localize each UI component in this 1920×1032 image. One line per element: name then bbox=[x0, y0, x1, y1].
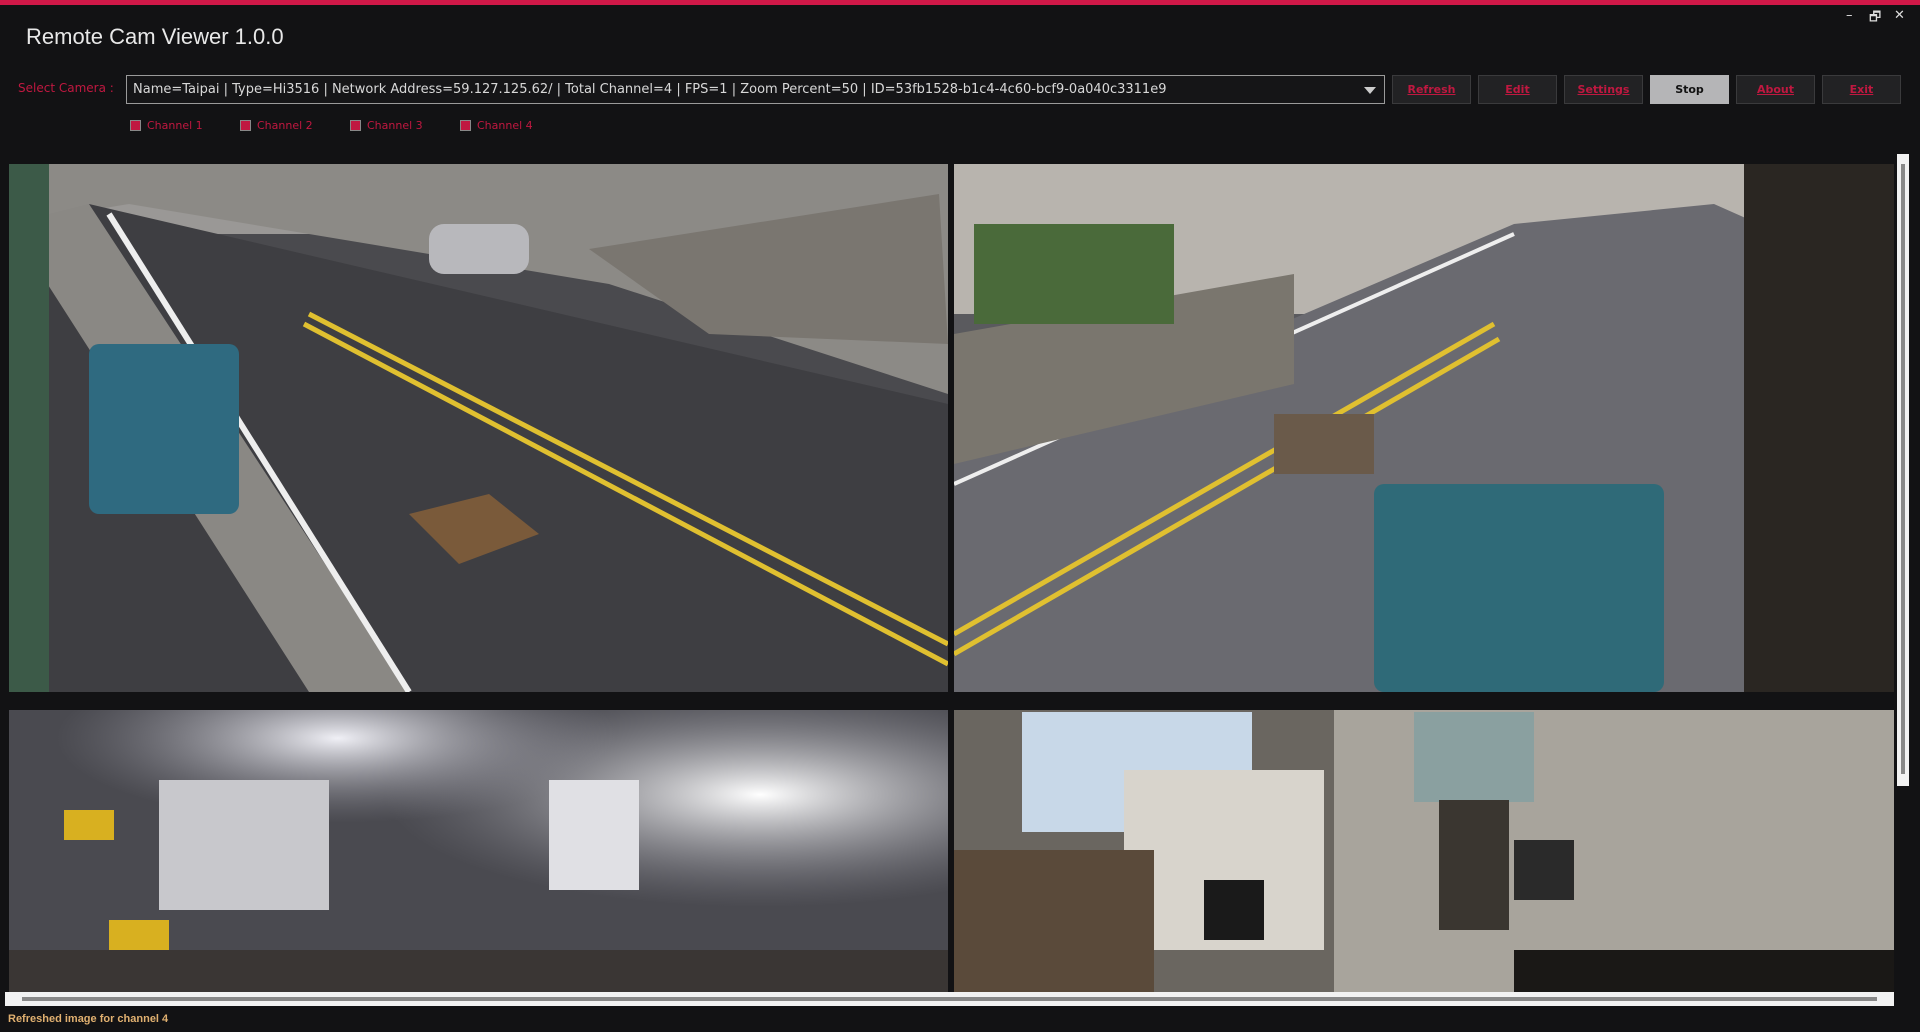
status-text: Refreshed image for channel 4 bbox=[8, 1013, 169, 1025]
camera-feed-channel-3 bbox=[9, 710, 948, 992]
channel-label: Channel 4 bbox=[477, 119, 533, 132]
accent-bar bbox=[0, 0, 1920, 5]
checkbox-box[interactable] bbox=[240, 120, 251, 131]
camera-feed-channel-1 bbox=[9, 164, 948, 692]
refresh-button[interactable]: Refresh bbox=[1392, 75, 1471, 104]
chevron-down-icon[interactable] bbox=[1364, 87, 1376, 94]
checkbox-box[interactable] bbox=[130, 120, 141, 131]
channel-2-checkbox[interactable]: Channel 2 bbox=[240, 119, 313, 132]
about-button[interactable]: About bbox=[1736, 75, 1815, 104]
checkbox-box[interactable] bbox=[350, 120, 361, 131]
restore-icon[interactable]: 🗗 bbox=[1869, 8, 1881, 30]
scrollbar-thumb[interactable] bbox=[22, 997, 1877, 1001]
app-title: Remote Cam Viewer 1.0.0 bbox=[26, 24, 284, 49]
scrollbar-thumb[interactable] bbox=[1901, 164, 1905, 774]
settings-button[interactable]: Settings bbox=[1564, 75, 1643, 104]
checkbox-box[interactable] bbox=[460, 120, 471, 131]
channel-label: Channel 3 bbox=[367, 119, 423, 132]
camera-feed-channel-4 bbox=[954, 710, 1894, 992]
camera-select-value: Name=Taipai | Type=Hi3516 | Network Addr… bbox=[133, 82, 1167, 97]
exit-button[interactable]: Exit bbox=[1822, 75, 1901, 104]
camera-select[interactable]: Name=Taipai | Type=Hi3516 | Network Addr… bbox=[126, 75, 1385, 104]
channel-3-checkbox[interactable]: Channel 3 bbox=[350, 119, 423, 132]
channel-label: Channel 2 bbox=[257, 119, 313, 132]
stop-button[interactable]: Stop bbox=[1650, 75, 1729, 104]
camera-feed-channel-2 bbox=[954, 164, 1894, 692]
edit-button[interactable]: Edit bbox=[1478, 75, 1557, 104]
channel-label: Channel 1 bbox=[147, 119, 203, 132]
select-camera-label: Select Camera : bbox=[18, 81, 114, 95]
channel-1-checkbox[interactable]: Channel 1 bbox=[130, 119, 203, 132]
close-icon[interactable]: ✕ bbox=[1894, 8, 1905, 23]
horizontal-scrollbar[interactable] bbox=[5, 992, 1894, 1006]
minimize-icon[interactable]: – bbox=[1846, 8, 1853, 23]
channel-4-checkbox[interactable]: Channel 4 bbox=[460, 119, 533, 132]
vertical-scrollbar[interactable] bbox=[1897, 154, 1909, 786]
